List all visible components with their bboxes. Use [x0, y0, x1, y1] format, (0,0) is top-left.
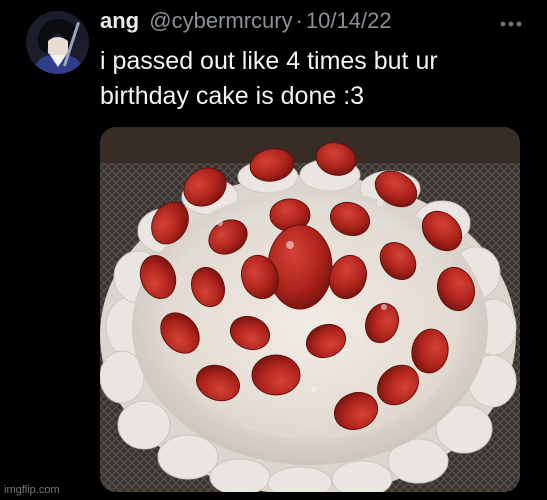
tweet-header: ang @cybermrcury · 10/14/22 — [100, 6, 392, 36]
strawberry-cake-photo-icon — [100, 127, 520, 492]
avatar[interactable] — [26, 11, 89, 74]
display-name[interactable]: ang — [100, 8, 139, 33]
tweet-text-line: birthday cake is done :3 — [100, 82, 365, 110]
tweet-date[interactable]: 10/14/22 — [306, 8, 392, 33]
more-dots-icon[interactable] — [496, 12, 526, 36]
tweet-text: i passed out like 4 times but ur birthda… — [100, 44, 520, 114]
tweet-media[interactable] — [100, 127, 520, 492]
tweet: ang @cybermrcury · 10/14/22 i passed out l… — [0, 0, 547, 500]
separator-dot: · — [295, 8, 303, 33]
anime-character-avatar-icon — [26, 11, 89, 74]
tweet-text-line: i passed out like 4 times but ur — [100, 47, 438, 75]
user-handle[interactable]: @cybermrcury — [149, 8, 292, 33]
imgflip-watermark: imgflip.com — [4, 484, 60, 496]
